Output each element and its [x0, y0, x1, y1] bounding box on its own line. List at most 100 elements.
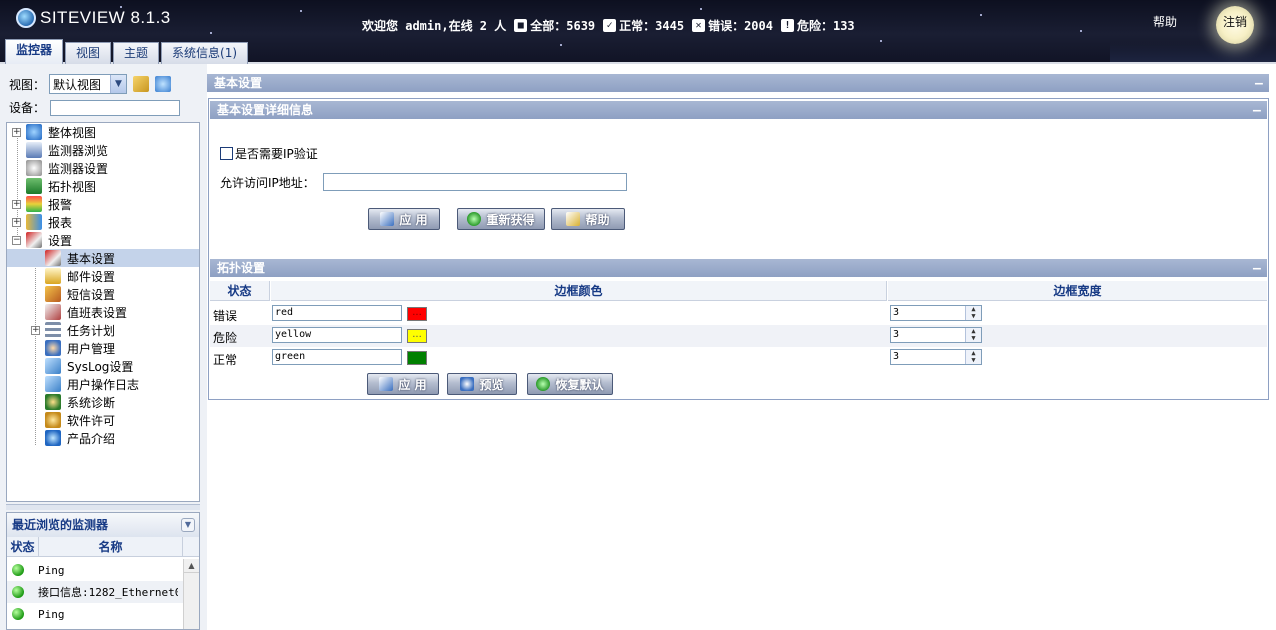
- tree-item-label: 邮件设置: [67, 269, 116, 284]
- ip-check-row: 是否需要IP验证: [220, 145, 318, 162]
- traffic-light-icon: [26, 196, 42, 212]
- tab-theme[interactable]: 主题: [113, 42, 160, 64]
- restore-button-label: 恢复默认: [555, 377, 604, 392]
- tree-item-label: 产品介绍: [67, 431, 116, 446]
- tree-item-label: 监测器设置: [48, 161, 109, 176]
- stat-danger[interactable]: 危险：133: [797, 17, 855, 34]
- panel-splitter[interactable]: [6, 504, 200, 510]
- stat-ok[interactable]: 正常：3445: [619, 17, 684, 34]
- tools-icon: [45, 250, 61, 266]
- border-width-spinner[interactable]: 3 ▲ ▼: [890, 305, 982, 321]
- border-color-input[interactable]: yellow: [272, 327, 402, 343]
- col-status: 状态: [7, 537, 39, 556]
- tab-monitors[interactable]: 监控器: [5, 39, 64, 64]
- restore-default-button[interactable]: 恢复默认: [527, 373, 613, 395]
- border-width-spinner[interactable]: 3 ▲ ▼: [890, 349, 982, 365]
- tree-item-system-diagnosis[interactable]: 系统诊断: [45, 393, 115, 411]
- collapse-icon[interactable]: −: [12, 235, 21, 245]
- sidebar: 视图： 默认视图 ▼ 设备： + 整体视图 监测器浏览 监测器设置 拓扑视图 +…: [0, 64, 206, 630]
- stat-all[interactable]: 全部：5639: [530, 17, 595, 34]
- border-width-spinner[interactable]: 3 ▲ ▼: [890, 327, 982, 343]
- main-tabs: 监控器 视图 主题 系统信息(1): [0, 38, 250, 64]
- recent-row[interactable]: 接口信息:1282_Ethernet0,: [7, 581, 183, 603]
- tree-item-software-license[interactable]: 软件许可: [45, 411, 115, 429]
- tree-item-product-intro[interactable]: 产品介绍: [45, 429, 115, 447]
- spinner-arrows-icon[interactable]: ▲ ▼: [965, 306, 981, 320]
- color-picker-swatch[interactable]: ...: [407, 329, 427, 343]
- tree-item-label: 报表: [48, 215, 73, 230]
- view-select[interactable]: 默认视图 ▼: [49, 74, 128, 94]
- tree-item-basic-settings[interactable]: 基本设置: [7, 249, 199, 267]
- main-splitter[interactable]: [201, 64, 207, 630]
- topo-title: 拓扑设置: [217, 261, 266, 275]
- stat-error[interactable]: 错误：2004: [708, 17, 773, 34]
- tree-item-reports[interactable]: + 报表: [12, 213, 72, 231]
- reload-button[interactable]: 重新获得: [457, 208, 545, 230]
- expand-icon[interactable]: +: [12, 217, 21, 227]
- ip-check-checkbox[interactable]: [220, 147, 233, 160]
- open-folder-icon[interactable]: [133, 76, 150, 92]
- border-color-input[interactable]: green: [272, 349, 402, 365]
- collapse-chevron-icon[interactable]: ▼: [181, 518, 195, 532]
- topo-title-bar: 拓扑设置 ▁: [210, 259, 1267, 277]
- expand-icon[interactable]: +: [12, 127, 21, 137]
- tree-item-monitor-settings[interactable]: 监测器设置: [26, 159, 108, 177]
- apply-button[interactable]: 应 用: [368, 208, 440, 230]
- spinner-arrows-icon[interactable]: ▲ ▼: [965, 328, 981, 342]
- tree-item-settings[interactable]: − 设置: [12, 231, 72, 249]
- ip-allowed-input[interactable]: [322, 173, 627, 191]
- logo-icon: [16, 8, 36, 28]
- users-icon: [45, 340, 61, 356]
- reload-button-label: 重新获得: [486, 212, 535, 227]
- tree-item-sms-settings[interactable]: 短信设置: [45, 285, 115, 303]
- recent-scrollbar[interactable]: ▲: [183, 559, 199, 629]
- tree-item-user-management[interactable]: 用户管理: [45, 339, 115, 357]
- tree-item-label: 基本设置: [67, 251, 116, 266]
- expand-icon[interactable]: +: [12, 199, 21, 209]
- tree-item-task-plan[interactable]: + 任务计划: [31, 321, 115, 339]
- spinner-arrows-icon[interactable]: ▲ ▼: [965, 350, 981, 364]
- view-select-value: 默认视图: [53, 77, 102, 92]
- scroll-up-icon[interactable]: ▲: [184, 559, 199, 573]
- help-link[interactable]: 帮助: [1153, 13, 1177, 30]
- welcome-text: 欢迎您 admin,在线 2 人: [362, 19, 507, 33]
- border-color-input[interactable]: red: [272, 305, 402, 321]
- star-decoration: [300, 10, 302, 12]
- recent-row[interactable]: Ping: [7, 603, 183, 625]
- device-filter-input[interactable]: [50, 99, 181, 116]
- tree-item-alerts[interactable]: + 报警: [12, 195, 72, 213]
- tree-item-user-operation-log[interactable]: 用户操作日志: [45, 375, 139, 393]
- tree-item-overview[interactable]: + 整体视图: [12, 123, 96, 141]
- tree-item-monitor-browse[interactable]: 监测器浏览: [26, 141, 108, 159]
- border-width-value: 3: [893, 329, 900, 340]
- report-chart-icon: [26, 214, 42, 230]
- detail-title-bar: 基本设置详细信息 ▁: [210, 101, 1267, 119]
- restore-icon: [536, 377, 551, 391]
- tree-item-duty-settings[interactable]: 值班表设置: [45, 303, 127, 321]
- logout-link[interactable]: 注销: [1223, 13, 1247, 30]
- color-picker-swatch[interactable]: ...: [407, 351, 427, 365]
- recent-row[interactable]: Ping: [7, 559, 183, 581]
- minimize-icon[interactable]: ▁: [1253, 260, 1263, 272]
- tree-item-label: 软件许可: [67, 413, 116, 428]
- tab-system-info[interactable]: 系统信息(1): [161, 42, 249, 64]
- tab-view[interactable]: 视图: [65, 42, 112, 64]
- topo-apply-button[interactable]: 应 用: [367, 373, 439, 395]
- star-decoration: [700, 8, 702, 10]
- col-width-header: 边框宽度: [888, 281, 1267, 301]
- tree-item-label: 短信设置: [67, 287, 116, 302]
- app-logo: SITEVIEW 8.1.3: [16, 8, 171, 28]
- tree-item-topology[interactable]: 拓扑视图: [26, 177, 96, 195]
- tree-item-label: 系统诊断: [67, 395, 116, 410]
- tree-item-label: 任务计划: [67, 323, 116, 338]
- tree-item-label: 用户管理: [67, 341, 116, 356]
- refresh-icon[interactable]: [155, 76, 172, 92]
- minimize-icon[interactable]: ▁: [1255, 75, 1265, 87]
- expand-icon[interactable]: +: [31, 325, 40, 335]
- tree-item-mail-settings[interactable]: 邮件设置: [45, 267, 115, 285]
- minimize-icon[interactable]: ▁: [1253, 102, 1263, 114]
- help-button[interactable]: 帮助: [551, 208, 625, 230]
- color-picker-swatch[interactable]: ...: [407, 307, 427, 321]
- tree-item-syslog-settings[interactable]: SysLog设置: [45, 357, 133, 375]
- preview-button[interactable]: 预览: [447, 373, 517, 395]
